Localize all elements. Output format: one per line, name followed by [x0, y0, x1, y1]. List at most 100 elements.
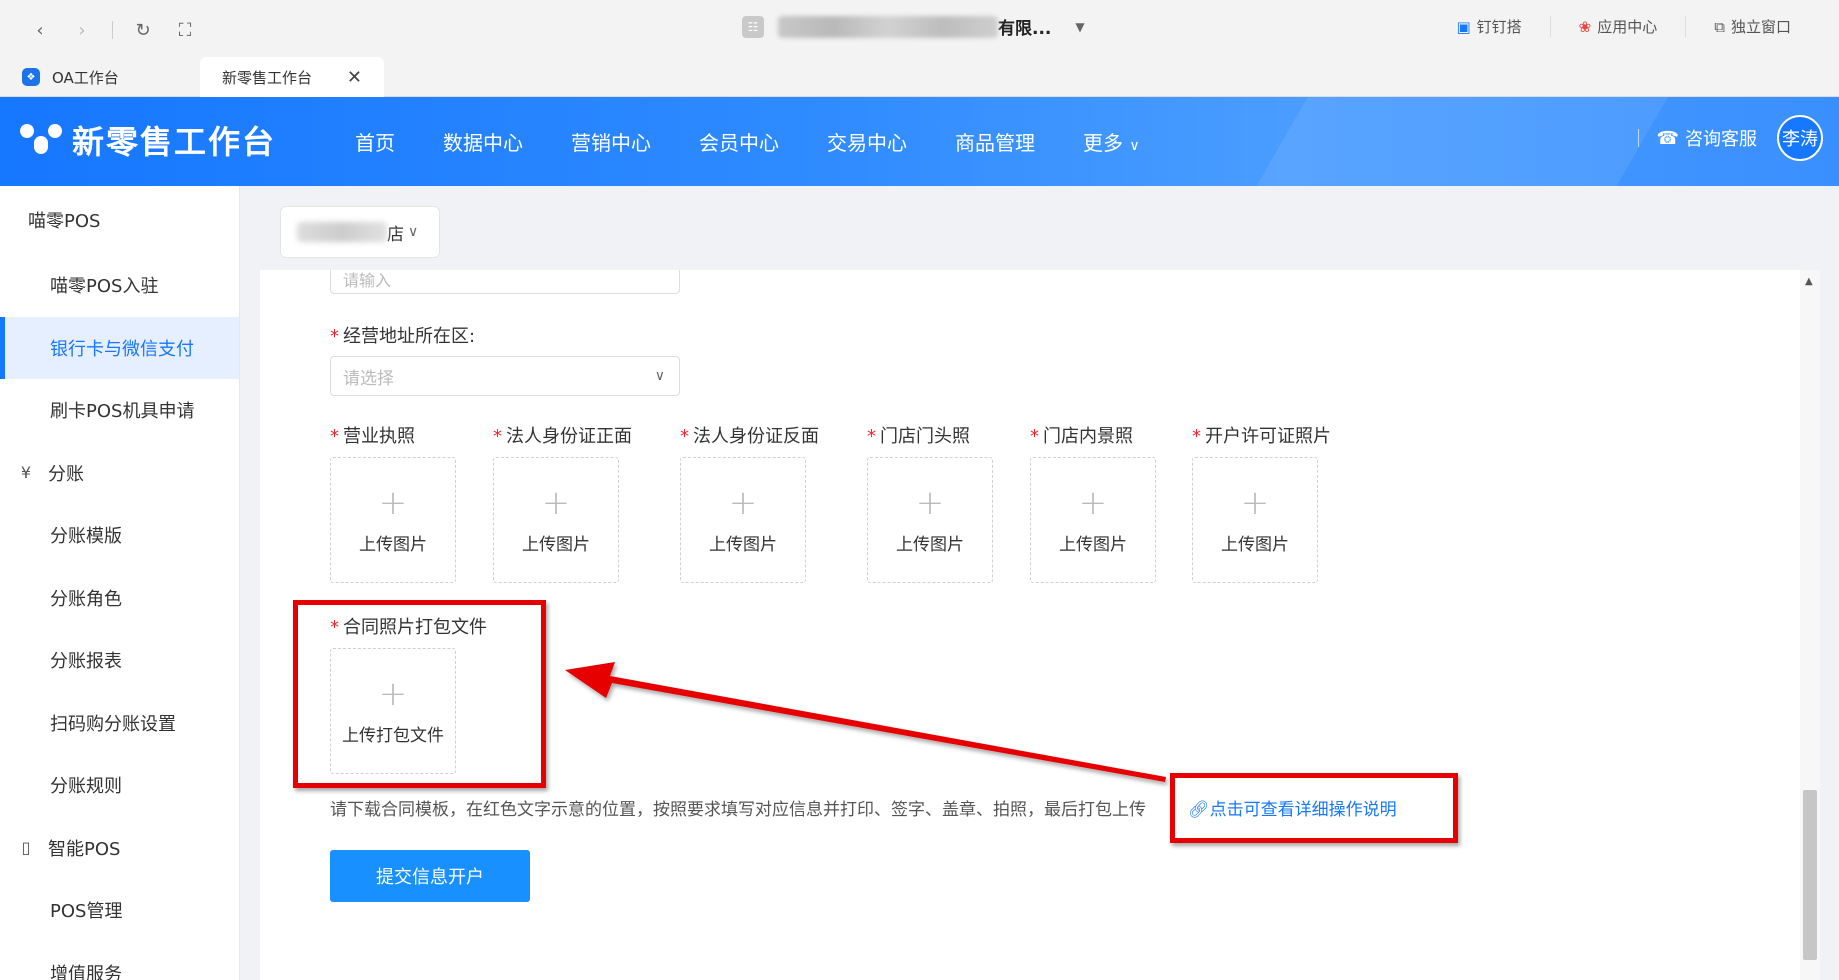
upload-interior[interactable]: + 上传图片: [1030, 457, 1156, 583]
browser-chrome: ‹ › ↻ ⛶ ☷ 有限... ▼ ▣ 钉钉搭 ❀ 应用中心 ⧉ 独立窗口 ❖ …: [0, 0, 1839, 97]
sidebar-item-label: 喵零POS: [28, 211, 101, 232]
sidebar: 喵零POS 喵零POS入驻 银行卡与微信支付 刷卡POS机具申请 ¥ 分账 分账模…: [0, 186, 240, 980]
sidebar-item-split-rules[interactable]: 分账规则: [0, 754, 239, 817]
sidebar-item-label: 银行卡与微信支付: [50, 338, 194, 360]
sidebar-item-bank-wechat-pay[interactable]: 银行卡与微信支付: [0, 316, 239, 379]
forward-icon[interactable]: ›: [66, 16, 98, 44]
address-label-text: 经营地址所在区:: [343, 326, 476, 347]
plus-icon: +: [1240, 482, 1270, 523]
sidebar-item-split-template[interactable]: 分账模版: [0, 504, 239, 567]
sidebar-item-label: 分账角色: [50, 588, 122, 610]
sidebar-item-pos-onboarding[interactable]: 喵零POS入驻: [0, 254, 239, 317]
header-divider: [1637, 129, 1639, 147]
sidebar-item-smart-pos[interactable]: ▯ 智能POS: [0, 817, 239, 880]
help-link[interactable]: 🔗︎点击可查看详细操作说明: [1188, 795, 1397, 820]
menu-transactions[interactable]: 交易中心: [803, 127, 931, 156]
external-window-icon: ⧉: [1714, 17, 1725, 36]
sidebar-item-split[interactable]: ¥ 分账: [0, 442, 239, 505]
upload-account-permit[interactable]: + 上传图片: [1192, 457, 1318, 583]
menu-more[interactable]: 更多 ∨: [1059, 127, 1164, 156]
district-select-placeholder: 请选择: [343, 368, 394, 389]
refresh-icon[interactable]: ↻: [127, 16, 159, 44]
tab-retail[interactable]: 新零售工作台 ✕: [200, 57, 384, 97]
chevron-down-icon: ∨: [654, 368, 665, 384]
customer-service-button[interactable]: ☎ 咨询客服: [1657, 125, 1757, 151]
sidebar-item-split-roles[interactable]: 分账角色: [0, 567, 239, 630]
store-name-redacted: [297, 222, 387, 242]
sidebar-item-label: 增值服务: [50, 963, 122, 980]
sidebar-item-miaoling-pos[interactable]: 喵零POS: [0, 186, 239, 254]
upload-id-front[interactable]: + 上传图片: [493, 457, 619, 583]
brand-title: 新零售工作台: [72, 123, 277, 161]
plus-icon: +: [728, 482, 758, 523]
sidebar-item-split-report[interactable]: 分账报表: [0, 629, 239, 692]
scrollbar[interactable]: ▲: [1800, 270, 1820, 980]
nav-divider: [112, 21, 113, 39]
back-icon[interactable]: ‹: [24, 16, 56, 44]
menu-members[interactable]: 会员中心: [675, 127, 803, 156]
dingtalk-label: 钉钉搭: [1476, 18, 1522, 36]
menu-products[interactable]: 商品管理: [931, 127, 1059, 156]
tab-oa[interactable]: ❖ OA工作台: [0, 57, 200, 97]
plus-icon: +: [378, 482, 408, 523]
app-center-label: 应用中心: [1597, 18, 1658, 36]
upload-label-account-permit: * 开户许可证照片: [1192, 426, 1331, 447]
headset-icon: ☎: [1656, 127, 1679, 149]
menu-marketing[interactable]: 营销中心: [547, 127, 675, 156]
oa-app-icon: ❖: [22, 68, 40, 86]
form-panel: 请输入 * 经营地址所在区: 请选择 ∨ * 营业执照 * 法人身份证正面 * 法人身份…: [260, 270, 1800, 980]
dingtalk-icon: ▣: [1456, 17, 1471, 36]
upload-label-id-back: * 法人身份证反面: [680, 426, 819, 447]
close-icon[interactable]: ✕: [347, 67, 362, 88]
menu-home[interactable]: 首页: [355, 127, 419, 156]
fullscreen-icon[interactable]: ⛶: [169, 16, 201, 44]
chrome-actions: ▣ 钉钉搭 ❀ 应用中心 ⧉ 独立窗口: [1428, 16, 1819, 37]
brand[interactable]: 新零售工作台: [20, 117, 276, 163]
sidebar-item-label: 分账规则: [50, 776, 122, 798]
app-center-icon: ❀: [1578, 17, 1592, 36]
sidebar-item-label: 分账报表: [50, 651, 122, 673]
scrollbar-thumb[interactable]: [1803, 790, 1817, 960]
upload-storefront[interactable]: + 上传图片: [867, 457, 993, 583]
address-label: * 经营地址所在区:: [330, 322, 475, 348]
plus-icon: +: [915, 482, 945, 523]
text-input[interactable]: 请输入: [330, 270, 680, 294]
tab-label: OA工作台: [52, 68, 119, 87]
menu-data-center[interactable]: 数据中心: [419, 127, 547, 156]
upload-label-business-license: * 营业执照: [330, 426, 415, 447]
org-switcher[interactable]: ☷ 有限... ▼: [742, 14, 1085, 39]
upload-business-license[interactable]: + 上传图片: [330, 457, 456, 583]
store-selector[interactable]: 店 ∨: [280, 206, 440, 258]
plus-icon: +: [378, 673, 408, 714]
plus-icon: +: [1078, 482, 1108, 523]
scroll-up-icon[interactable]: ▲: [1805, 276, 1813, 287]
browser-nav: ‹ › ↻ ⛶: [24, 16, 201, 44]
upload-contract-package[interactable]: + 上传打包文件: [330, 648, 456, 774]
district-select[interactable]: 请选择 ∨: [330, 356, 680, 396]
app-center-button[interactable]: ❀ 应用中心: [1549, 16, 1686, 37]
sidebar-item-pos-management[interactable]: POS管理: [0, 879, 239, 942]
browser-tabs: ❖ OA工作台 新零售工作台 ✕: [0, 57, 384, 97]
sidebar-item-card-pos-apply[interactable]: 刷卡POS机具申请: [0, 379, 239, 442]
sidebar-item-label: 智能POS: [48, 838, 121, 860]
help-link-text: 点击可查看详细操作说明: [1209, 800, 1397, 820]
upload-id-back[interactable]: + 上传图片: [680, 457, 806, 583]
sidebar-item-label: 扫码购分账设置: [50, 713, 176, 735]
upload-label-interior: * 门店内景照: [1030, 426, 1133, 447]
tab-label: 新零售工作台: [222, 68, 313, 87]
sidebar-item-scan-split-settings[interactable]: 扫码购分账设置: [0, 692, 239, 755]
submit-button[interactable]: 提交信息开户: [330, 850, 530, 902]
brand-logo-icon: [20, 122, 62, 158]
dingtalk-button[interactable]: ▣ 钉钉搭: [1428, 16, 1549, 37]
avatar[interactable]: 李涛: [1777, 115, 1823, 161]
caret-down-icon: ▼: [1075, 19, 1085, 34]
sidebar-item-value-added[interactable]: 增值服务: [0, 942, 239, 980]
store-suffix: 店: [387, 224, 404, 245]
sidebar-item-label: 刷卡POS机具申请: [50, 401, 195, 423]
chevron-down-icon: ∨: [408, 224, 419, 240]
external-window-button[interactable]: ⧉ 独立窗口: [1685, 16, 1819, 37]
external-window-label: 独立窗口: [1730, 18, 1791, 36]
yen-icon: ¥: [20, 463, 32, 483]
chevron-down-icon: ∨: [1129, 138, 1140, 154]
required-mark: *: [330, 326, 339, 347]
